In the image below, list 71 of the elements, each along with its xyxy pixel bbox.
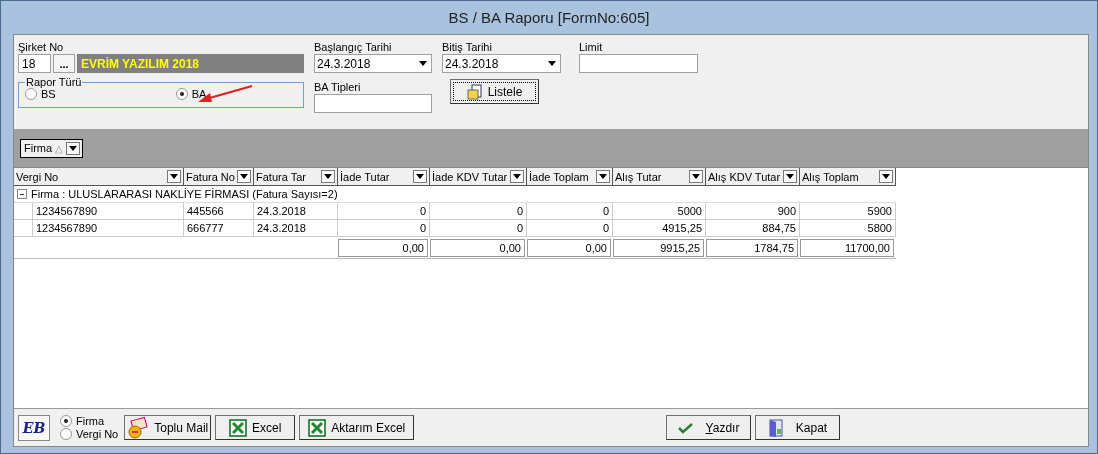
radio-label: Firma xyxy=(76,415,105,427)
table-cell: 445566 xyxy=(184,203,254,220)
toolbar-button[interactable]: Yazdır xyxy=(666,415,751,440)
table-cell: 5900 xyxy=(800,203,896,220)
toolbar-button[interactable]: Toplu Mail xyxy=(124,415,212,440)
table-cell: 0 xyxy=(527,203,613,220)
radio-button[interactable] xyxy=(60,428,72,440)
checkmark-icon xyxy=(677,421,694,434)
company-name-field: EVRİM YAZILIM 2018 xyxy=(77,54,304,73)
toolbar-button[interactable]: Excel xyxy=(215,415,296,440)
field-label: Limit xyxy=(579,41,604,54)
radio-label: BA xyxy=(191,88,207,100)
spreadsheet-icon xyxy=(308,418,327,437)
group-label: Rapor Türü xyxy=(25,76,83,88)
document-icon xyxy=(466,83,483,100)
browse-button[interactable]: ... xyxy=(53,54,75,73)
ba-types-field[interactable] xyxy=(314,94,432,113)
radio-button[interactable] xyxy=(60,415,72,427)
table-cell: 4915,25 xyxy=(613,220,706,237)
toolbar-button[interactable]: Aktarım Excel xyxy=(299,415,415,440)
column-header[interactable]: İade KDV Tutar xyxy=(430,168,527,185)
column-header[interactable]: Fatura No xyxy=(184,168,254,185)
list-button[interactable]: Listele xyxy=(450,79,539,104)
window-title: BS / BA Raporu [FormNo:605] xyxy=(447,8,651,28)
field-label: Bitiş Tarihi xyxy=(442,41,493,54)
total-cell: 0,00 xyxy=(338,238,428,257)
field-label: Şirket No xyxy=(18,41,65,54)
table-cell: 24.3.2018 xyxy=(254,203,338,220)
table-cell: 5800 xyxy=(800,220,896,237)
logo[interactable]: EB xyxy=(18,414,50,441)
total-cell: 9915,25 xyxy=(613,238,704,257)
field-label: BA Tipleri xyxy=(314,81,362,94)
radio-label: Vergi No xyxy=(76,428,119,440)
table-cell: 0 xyxy=(338,203,430,220)
group-by-chip[interactable]: Firma △ xyxy=(20,138,84,158)
table-cell: 24.3.2018 xyxy=(254,220,338,237)
total-cell: 1784,75 xyxy=(706,238,798,257)
company-code-field[interactable]: 18 xyxy=(18,54,51,73)
table-cell: 884,75 xyxy=(706,220,800,237)
table-cell: 0 xyxy=(430,220,527,237)
table-cell: 666777 xyxy=(184,220,254,237)
table-cell: 1234567890 xyxy=(14,220,184,237)
date-dropdown[interactable]: 24.3.2018 xyxy=(442,54,561,73)
radio-label: BS xyxy=(41,88,56,100)
table-cell: 0 xyxy=(527,220,613,237)
column-header[interactable]: İade Tutar xyxy=(338,168,430,185)
spreadsheet-icon xyxy=(229,418,248,437)
table-cell: 900 xyxy=(706,203,800,220)
column-header[interactable]: Fatura Tar xyxy=(254,168,338,185)
total-cell: 0,00 xyxy=(430,238,525,257)
door-icon xyxy=(767,418,784,437)
column-header[interactable]: Alış Tutar xyxy=(613,168,706,185)
table-cell: 0 xyxy=(338,220,430,237)
column-header[interactable]: İade Toplam xyxy=(527,168,613,185)
field-label: Başlangıç Tarihi xyxy=(314,41,393,54)
radio-button[interactable] xyxy=(175,88,188,100)
toolbar-button[interactable]: Kapat xyxy=(755,415,840,440)
mail-icon xyxy=(127,416,150,439)
radio-button[interactable] xyxy=(25,88,37,100)
date-dropdown[interactable]: 24.3.2018 xyxy=(314,54,432,73)
total-cell: 11700,00 xyxy=(800,238,894,257)
column-header[interactable]: Alış Toplam xyxy=(800,168,896,185)
group-row-label: Firma : ULUSLARARASI NAKLİYE FİRMASI (Fatura Sayısı=2) xyxy=(31,188,338,200)
table-cell: 1234567890 xyxy=(14,203,184,220)
total-cell: 0,00 xyxy=(527,238,611,257)
collapse-icon[interactable] xyxy=(17,189,27,199)
limit-field[interactable] xyxy=(579,54,698,73)
column-header[interactable]: Vergi No xyxy=(14,168,184,185)
column-header[interactable]: Alış KDV Tutar xyxy=(706,168,800,185)
table-cell: 0 xyxy=(430,203,527,220)
table-cell: 5000 xyxy=(613,203,706,220)
